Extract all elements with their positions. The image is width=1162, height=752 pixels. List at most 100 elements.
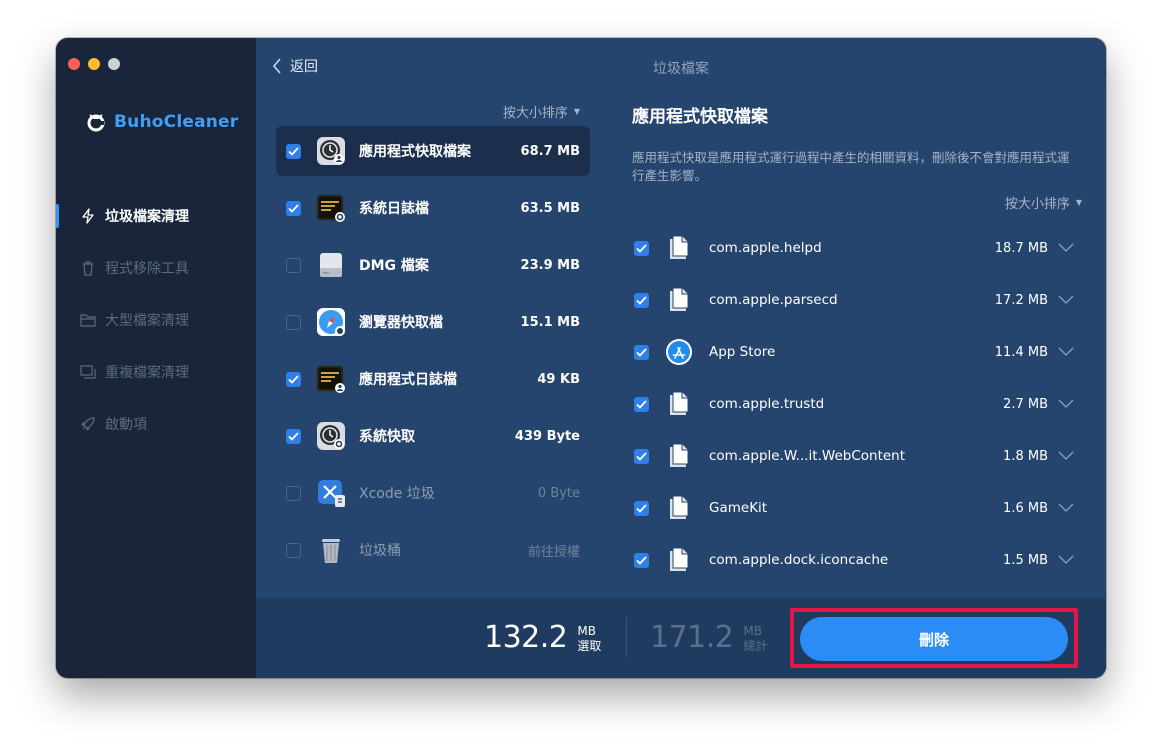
file-row[interactable]: com.apple.parsecd 17.2 MB [632,274,1082,326]
file-row[interactable]: com.apple.dock.iconcache 1.5 MB [632,534,1082,586]
selected-size-value: 132.2 [484,620,568,655]
category-size: 23.9 MB [520,257,580,273]
sidebar-item-label: 重複檔案清理 [105,365,189,381]
total-size-unit: MB [743,624,762,638]
file-checkbox[interactable] [634,396,649,412]
category-row-browser-cache[interactable]: 瀏覽器快取檔 15.1 MB [276,297,590,347]
file-checkbox[interactable] [634,552,649,568]
file-size: 1.5 MB [1003,552,1048,568]
category-row-system-logs[interactable]: 系統日誌檔 63.5 MB [276,183,590,233]
app-log-icon [317,366,345,393]
app-window: BuhoCleaner 垃圾檔案清理 程式移除工具 大型檔案清理 重複檔案清理 … [56,38,1106,678]
file-row[interactable]: GameKit 1.6 MB [632,482,1082,534]
detail-panel: 應用程式快取檔案 應用程式快取是應用程式運行過程中產生的相關資料，刪除後不會對應… [632,96,1082,598]
app-store-icon [666,339,692,365]
file-name: com.apple.helpd [709,240,822,256]
file-name: com.apple.W...it.WebContent [709,448,906,464]
file-row[interactable]: com.apple.W...it.WebContent 1.8 MB [632,430,1082,482]
sidebar-item-label: 程式移除工具 [105,261,189,277]
file-name: com.apple.parsecd [709,292,838,308]
file-checkbox[interactable] [634,500,649,516]
category-checkbox[interactable] [286,371,301,387]
xcode-icon [318,480,345,507]
caret-down-icon: ▼ [573,106,580,116]
detail-description: 應用程式快取是應用程式運行過程中產生的相關資料，刪除後不會對應用程式運行產生影響… [632,150,1070,183]
document-icon [670,287,689,311]
file-row[interactable]: App Store 11.4 MB [632,326,1082,378]
file-name: com.apple.trustd [709,396,825,412]
file-list: com.apple.helpd 18.7 MB com.apple.parsec… [632,222,1082,598]
category-name: 系統日誌檔 [359,201,429,217]
sort-label: 按大小排序 [1004,197,1070,212]
trash-bin-icon [322,539,340,563]
minimize-window-button[interactable] [88,58,100,70]
chevron-down-icon[interactable] [1058,451,1074,461]
category-size: 63.5 MB [520,200,580,216]
sidebar: BuhoCleaner 垃圾檔案清理 程式移除工具 大型檔案清理 重複檔案清理 … [56,38,256,678]
sidebar-item-duplicate-files[interactable]: 重複檔案清理 [56,346,256,398]
file-size: 1.6 MB [1003,500,1048,516]
category-checkbox[interactable] [286,428,301,444]
category-row-app-cache[interactable]: 應用程式快取檔案 68.7 MB [276,126,590,176]
trash-icon [80,260,96,276]
authorize-link[interactable]: 前往授權 [528,541,580,560]
category-name: DMG 檔案 [359,258,429,274]
file-name: GameKit [709,500,768,516]
close-window-button[interactable] [68,58,80,70]
chevron-down-icon[interactable] [1058,347,1074,357]
file-sort-dropdown[interactable]: 按大小排序 ▼ [632,193,1082,212]
sidebar-item-junk-cleanup[interactable]: 垃圾檔案清理 [56,190,256,242]
category-checkbox[interactable] [286,143,301,159]
category-row-app-logs[interactable]: 應用程式日誌檔 49 KB [276,354,590,404]
top-bar: 返回 垃圾檔案 [256,38,1106,94]
sidebar-item-label: 大型檔案清理 [105,313,189,329]
sidebar-item-startup-items[interactable]: 啟動項 [56,398,256,450]
chevron-down-icon[interactable] [1058,295,1074,305]
file-checkbox[interactable] [634,448,649,464]
file-row[interactable]: com.apple.helpd 18.7 MB [632,222,1082,274]
brand: BuhoCleaner [86,112,238,132]
document-icon [670,235,689,259]
file-checkbox[interactable] [634,240,649,256]
category-row-system-cache[interactable]: 系統快取 439 Byte [276,411,590,461]
category-size: 68.7 MB [520,143,580,159]
category-row-trash[interactable]: 垃圾桶 前往授權 [276,525,590,575]
app-name: BuhoCleaner [114,112,239,132]
delete-highlight-frame: 刪除 [790,608,1078,668]
category-panel: 按大小排序 ▼ 應用程式快取檔案 68.7 MB 系統日誌檔 63.5 MB D… [276,96,590,596]
chevron-down-icon[interactable] [1058,399,1074,409]
document-icon [670,547,689,571]
chevron-down-icon[interactable] [1058,243,1074,253]
total-size-stat: 171.2 MB 總計 [650,622,767,654]
file-name: App Store [709,344,776,360]
chevron-down-icon[interactable] [1058,503,1074,513]
selected-size-label: 選取 [577,639,602,653]
zoom-window-button[interactable] [108,58,120,70]
document-icon [670,495,689,519]
document-icon [670,391,689,415]
category-checkbox[interactable] [286,257,301,273]
document-icon [670,443,689,467]
file-row[interactable] [632,586,1082,598]
system-log-icon [317,195,345,222]
file-checkbox[interactable] [634,292,649,308]
delete-button[interactable]: 刪除 [800,617,1068,661]
category-checkbox[interactable] [286,200,301,216]
category-row-dmg[interactable]: DMG 檔案 23.9 MB [276,240,590,290]
category-row-xcode[interactable]: Xcode 垃圾 0 Byte [276,468,590,518]
file-checkbox[interactable] [634,344,649,360]
caret-down-icon: ▼ [1075,198,1082,207]
file-row[interactable]: com.apple.trustd 2.7 MB [632,378,1082,430]
category-sort-dropdown[interactable]: 按大小排序 ▼ [276,96,590,126]
selected-size-stat: 132.2 MB 選取 [484,622,601,654]
sidebar-item-uninstaller[interactable]: 程式移除工具 [56,242,256,294]
chevron-down-icon[interactable] [1058,555,1074,565]
file-size: 11.4 MB [994,344,1048,360]
category-checkbox[interactable] [286,542,301,558]
category-checkbox[interactable] [286,314,301,330]
category-name: 瀏覽器快取檔 [359,315,443,331]
rocket-icon [80,416,96,432]
sidebar-item-large-files[interactable]: 大型檔案清理 [56,294,256,346]
category-name: 系統快取 [359,429,415,445]
category-checkbox[interactable] [286,485,301,501]
